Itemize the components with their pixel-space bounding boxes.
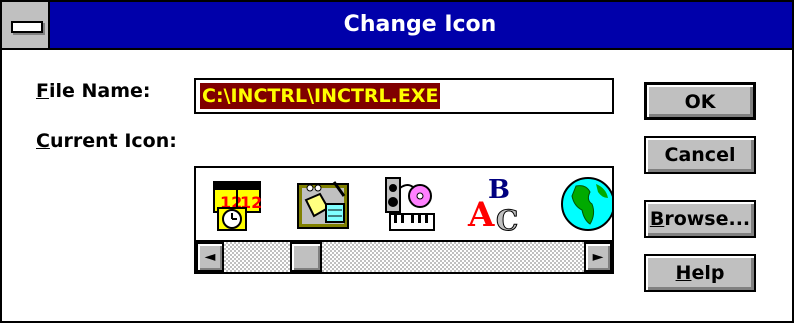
file-name-value: C:\INCTRL\INCTRL.EXE (200, 83, 441, 109)
browse-button[interactable]: Browse... (644, 200, 756, 238)
dialog-title: Change Icon (343, 12, 497, 37)
help-button[interactable]: Help (644, 254, 756, 292)
scroll-left-button[interactable]: ◄ (196, 242, 224, 272)
title-bar[interactable]: Change Icon (2, 2, 792, 50)
current-icon-label: Current Icon: (36, 130, 177, 152)
calendar-clock-icon[interactable]: 12 12 (208, 174, 268, 234)
right-arrow-icon: ► (592, 249, 604, 265)
scroll-track[interactable] (224, 242, 584, 272)
multimedia-keyboard-icon[interactable] (380, 174, 440, 234)
file-name-input[interactable]: C:\INCTRL\INCTRL.EXE (194, 78, 614, 114)
ok-button[interactable]: OK (644, 82, 756, 120)
svg-text:A: A (467, 195, 495, 234)
globe-icon[interactable] (556, 174, 614, 234)
system-menu-button[interactable] (2, 2, 50, 48)
scroll-right-button[interactable]: ► (584, 242, 612, 272)
system-menu-icon (11, 21, 43, 33)
scroll-thumb[interactable] (290, 242, 322, 272)
icon-list-scrollbar[interactable]: ◄ ► (196, 240, 612, 272)
abc-letters-icon[interactable]: B A C (466, 174, 526, 234)
left-arrow-icon: ◄ (204, 249, 216, 265)
icon-list[interactable]: 12 12 B A C ◄ ► (194, 166, 614, 274)
cancel-button[interactable]: Cancel (644, 136, 756, 174)
svg-text:C: C (496, 204, 518, 234)
change-icon-dialog: Change Icon File Name: C:\INCTRL\INCTRL.… (0, 0, 794, 323)
file-name-label: File Name: (36, 80, 151, 102)
notepad-pen-icon[interactable] (294, 174, 354, 234)
